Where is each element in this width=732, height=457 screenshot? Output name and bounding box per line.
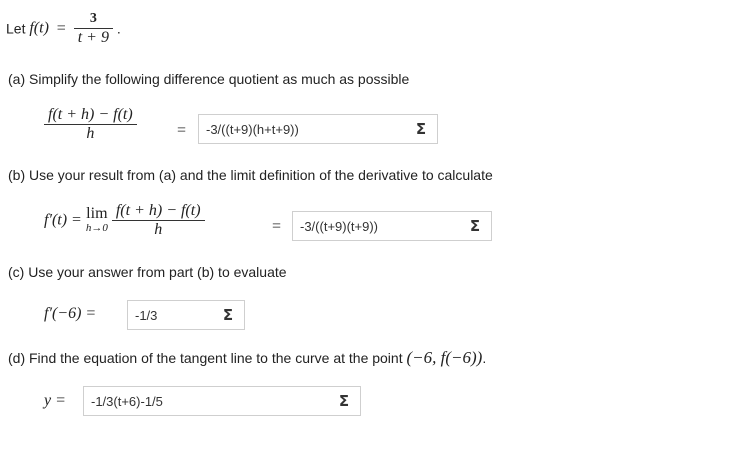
part-b-prompt: (b) Use your result from (a) and the lim…	[8, 167, 493, 183]
part-d-sigma-icon[interactable]: Σ	[330, 389, 358, 413]
part-b-equals: =	[272, 218, 282, 235]
part-c-prompt: (c) Use your answer from part (b) to eva…	[8, 264, 287, 280]
intro-denominator: t + 9	[77, 29, 109, 46]
part-a-denominator: h	[86, 125, 95, 142]
part-c-answer-value: -1/3	[135, 308, 158, 323]
part-d-prompt-line: (d) Find the equation of the tangent lin…	[8, 348, 486, 368]
part-b-fraction: f(t + h) − f(t) h	[111, 202, 205, 239]
part-a-sigma-icon[interactable]: Σ	[407, 117, 435, 141]
intro-equals: =	[56, 19, 66, 37]
part-c-sigma-icon[interactable]: Σ	[214, 303, 242, 327]
part-b-sigma-icon[interactable]: Σ	[461, 214, 489, 238]
intro-let: Let	[6, 20, 26, 37]
part-a-quotient: f(t + h) − f(t) h	[44, 106, 137, 143]
part-b-denominator: h	[154, 221, 163, 238]
part-b-answer-field[interactable]: -3/((t+9)(t+9)) Σ	[292, 211, 492, 241]
part-a-numerator: f(t + h) − f(t)	[44, 106, 137, 125]
part-c-answer-field[interactable]: -1/3 Σ	[127, 300, 245, 330]
intro-period: .	[116, 20, 121, 37]
part-d-answer-value: -1/3(t+6)-1/5	[91, 394, 163, 409]
intro-numerator: 3	[73, 10, 113, 29]
part-b-expression: f′(t) = lim h→0 f(t + h) − f(t) h	[44, 202, 205, 239]
part-b-answer-value: -3/((t+9)(t+9))	[300, 219, 379, 234]
part-c-lhs: f′(−6) =	[44, 305, 97, 322]
part-a-fraction: f(t + h) − f(t) h	[44, 106, 137, 143]
intro-statement: Let f(t) = 3 t + 9 .	[6, 10, 121, 47]
part-b-lim-subscript: h→0	[85, 221, 108, 234]
part-d-answer-field[interactable]: -1/3(t+6)-1/5 Σ	[83, 386, 361, 416]
part-d-lhs: y =	[44, 392, 66, 409]
part-d-point: (−6, f(−6))	[406, 348, 483, 367]
part-d-period: .	[482, 350, 487, 366]
part-a-answer-field[interactable]: -3/((t+9)(h+t+9)) Σ	[198, 114, 438, 144]
part-b-lim-word: lim	[86, 204, 108, 222]
intro-function: f(t)	[29, 19, 49, 37]
part-a-prompt: (a) Simplify the following difference qu…	[8, 71, 410, 87]
part-b-limit: lim h→0	[85, 204, 108, 235]
part-a-equals: =	[177, 122, 187, 139]
part-a-answer-value: -3/((t+9)(h+t+9))	[206, 122, 299, 137]
part-b-numerator: f(t + h) − f(t)	[111, 202, 205, 221]
intro-fraction: 3 t + 9	[73, 10, 113, 47]
part-d-prompt: (d) Find the equation of the tangent lin…	[8, 350, 403, 366]
part-b-lhs: f′(t) =	[44, 211, 82, 229]
